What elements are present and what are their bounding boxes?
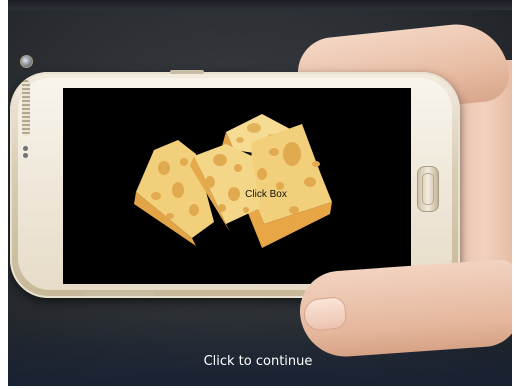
click-box[interactable]: Click Box	[236, 186, 296, 204]
speaker-grill-icon	[22, 80, 30, 136]
left-frame-bar	[0, 0, 8, 389]
camera-icon	[20, 55, 33, 68]
power-key	[84, 292, 154, 296]
volume-key	[170, 70, 204, 74]
fingernail	[302, 295, 348, 333]
slide-stage: Click Box Click to continue	[0, 0, 516, 389]
right-frame-bar	[512, 0, 516, 389]
sensor-icon	[20, 145, 32, 161]
continue-prompt[interactable]: Click to continue	[0, 351, 516, 375]
top-frame-bar	[0, 0, 516, 10]
home-button-icon	[417, 166, 439, 212]
cheese-wedges-illustration	[134, 114, 332, 248]
